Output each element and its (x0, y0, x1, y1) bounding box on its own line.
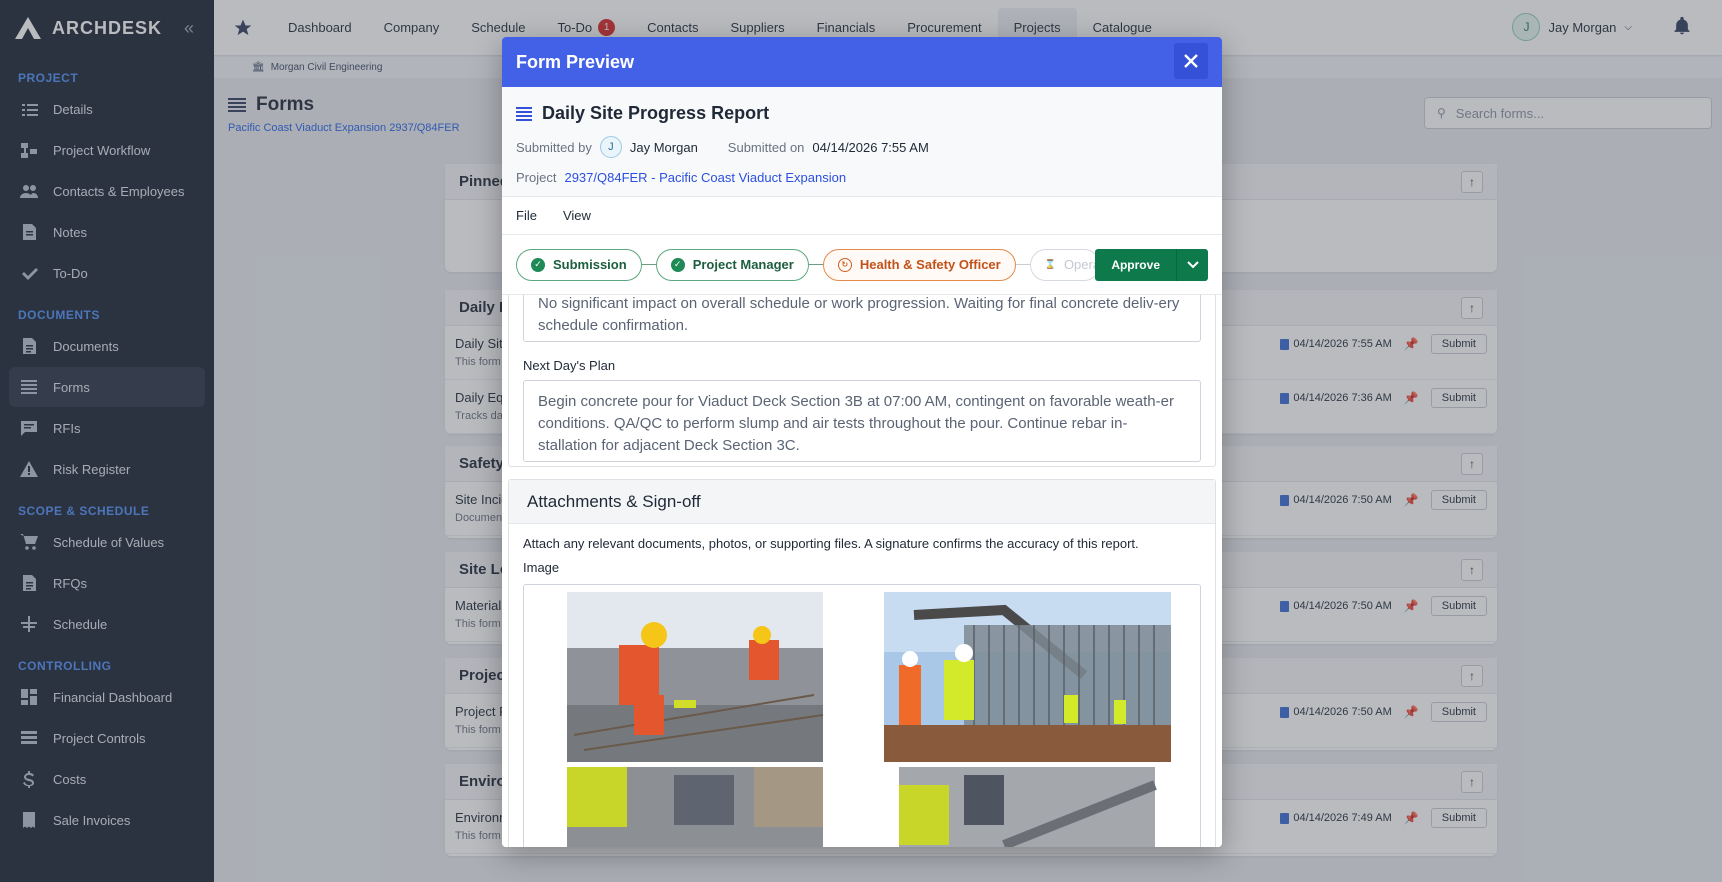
submitted-by-value: Jay Morgan (629, 139, 698, 155)
workflow-steps: ✓ Submission ✓ Project Manager ↻ Health & Saf… (502, 235, 1222, 295)
project-label: Project (516, 170, 557, 185)
attachments-panel: Attachments & Sign-off Attach any releva… (508, 479, 1216, 847)
modal-menu-view[interactable]: View (563, 208, 591, 223)
photo-screeding[interactable] (899, 767, 1157, 847)
approve-group: Approve (1095, 249, 1208, 281)
workflow-step-health-safety-officer[interactable]: ↻ Health & Safety Officer (822, 248, 1016, 281)
workflow-step-list: ✓ Submission ✓ Project Manager ↻ Health & Saf… (516, 248, 1100, 281)
modal-menu-file[interactable]: File (516, 208, 537, 223)
photo-concrete-pour[interactable] (884, 592, 1171, 762)
form-body[interactable]: No significant impact on overall schedul… (502, 295, 1222, 847)
submitter-avatar: J (599, 136, 622, 158)
photo-rebar-work[interactable] (567, 767, 823, 847)
submitted-on-label: Submitted on (727, 139, 805, 155)
chevron-down-icon (1186, 261, 1199, 269)
step-connector (641, 264, 656, 265)
check-circle-icon: ✓ (531, 257, 545, 272)
next-day-plan-text[interactable]: Begin concrete pour for Viaduct Deck Sec… (523, 380, 1201, 462)
form-info: Daily Site Progress Report Submitted by … (502, 87, 1222, 197)
previous-notes-text[interactable]: No significant impact on overall schedul… (523, 295, 1201, 342)
next-day-plan-label: Next Day's Plan (523, 358, 616, 373)
workflow-step-label: Submission (553, 257, 627, 272)
form-title: Daily Site Progress Report (516, 103, 1208, 124)
project-link[interactable]: 2937/Q84FER - Pacific Coast Viaduct Expa… (564, 170, 846, 185)
form-project: Project 2937/Q84FER - Pacific Coast Viad… (516, 170, 1208, 185)
progress-panel: No significant impact on overall schedul… (508, 295, 1216, 467)
hourglass-icon: ⌛ (1044, 259, 1056, 269)
modal-header: Form Preview (502, 37, 1222, 87)
form-meta: Submitted by J Jay Morgan Submitted on 0… (516, 136, 1208, 158)
submitted-on-value: 04/14/2026 7:55 AM (812, 139, 929, 155)
form-title-text: Daily Site Progress Report (542, 103, 770, 123)
site-photos (567, 592, 1171, 847)
close-icon (1184, 54, 1198, 68)
refresh-icon: ↻ (837, 257, 852, 272)
workflow-step-operations[interactable]: ⌛Operations (1029, 248, 1100, 281)
image-gallery (523, 584, 1201, 847)
workflow-step-label: Health & Safety Officer (859, 257, 1001, 272)
step-connector (1015, 264, 1030, 265)
workflow-step-project-manager[interactable]: ✓ Project Manager (655, 248, 809, 281)
approve-button[interactable]: Approve (1095, 249, 1176, 281)
approve-dropdown-button[interactable] (1176, 249, 1208, 281)
photo-concrete-finishing[interactable] (567, 592, 824, 762)
attachments-title: Attachments & Sign-off (509, 480, 1215, 524)
step-connector (808, 264, 823, 265)
submitted-by-label: Submitted by (516, 139, 592, 155)
forms-icon (516, 106, 532, 121)
workflow-step-submission[interactable]: ✓ Submission (516, 248, 642, 281)
form-preview-modal: Form Preview Daily Site Progress Report … (502, 37, 1222, 847)
image-label: Image (523, 560, 560, 575)
modal-menu: File View (502, 197, 1222, 235)
attachments-description: Attach any relevant documents, photos, o… (523, 536, 1139, 551)
modal-title: Form Preview (516, 51, 635, 72)
workflow-step-label: Project Manager (692, 257, 794, 272)
check-circle-icon: ✓ (670, 257, 685, 272)
close-button[interactable] (1174, 43, 1208, 79)
